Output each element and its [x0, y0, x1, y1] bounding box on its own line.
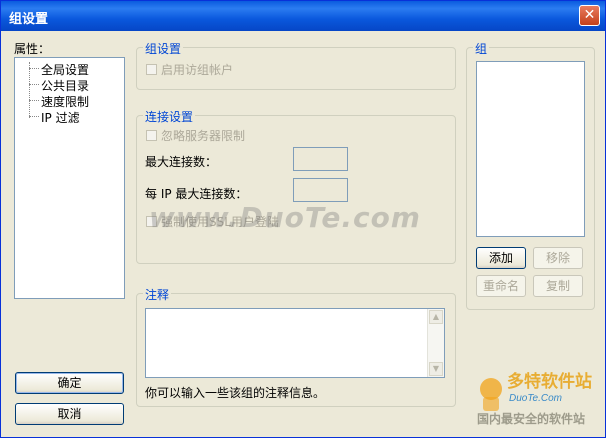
- close-icon: ✕: [583, 7, 596, 23]
- group-settings-box: 组设置 启用访组帐户: [136, 40, 456, 90]
- ignore-server-limit-label: 忽略服务器限制: [161, 129, 246, 143]
- remove-button[interactable]: 移除: [533, 247, 583, 269]
- properties-label: 属性：: [14, 42, 51, 56]
- notes-hint: 你可以输入一些该组的注释信息。: [145, 386, 326, 400]
- scroll-down-icon[interactable]: ▼: [429, 362, 443, 376]
- max-connections-input[interactable]: [293, 147, 348, 171]
- groups-title: 组: [473, 40, 490, 57]
- logo-slogan: 国内最安全的软件站: [477, 411, 585, 426]
- ignore-server-limit-checkbox[interactable]: [146, 130, 157, 141]
- close-button[interactable]: ✕: [579, 5, 600, 26]
- site-logo: 多特软件站 DuoTe.Com 国内最安全的软件站: [477, 367, 603, 432]
- notes-scrollbar[interactable]: ▲ ▼: [427, 309, 444, 377]
- logo-name: 多特软件站: [507, 371, 592, 391]
- max-per-ip-input[interactable]: [293, 178, 348, 202]
- rename-button[interactable]: 重命名: [476, 275, 526, 297]
- window-title: 组设置: [9, 12, 49, 27]
- ok-button[interactable]: 确定: [15, 372, 124, 394]
- cancel-button[interactable]: 取消: [15, 403, 124, 425]
- tree-item-speed-limit[interactable]: 速度限制: [41, 93, 89, 110]
- logo-url: DuoTe.Com: [509, 393, 562, 404]
- scroll-up-icon[interactable]: ▲: [429, 310, 443, 324]
- notes-title: 注释: [143, 286, 172, 303]
- max-connections-label: 最大连接数：: [145, 155, 218, 169]
- groups-box: 组 添加 移除 重命名 复制: [466, 40, 595, 310]
- notes-textarea[interactable]: ▲ ▼: [145, 308, 445, 378]
- properties-tree[interactable]: 全局设置 公共目录 速度限制 IP 过滤: [14, 57, 125, 299]
- enable-group-account-checkbox[interactable]: [146, 64, 157, 75]
- watermark-text: www.DuoTe.com: [149, 201, 421, 234]
- group-settings-dialog: 组设置 ✕ 属性： 全局设置 公共目录 速度限制 IP 过滤 组设置 启用访组帐…: [0, 0, 606, 438]
- title-bar[interactable]: 组设置 ✕: [1, 1, 605, 31]
- tree-item-public-directory[interactable]: 公共目录: [41, 77, 89, 94]
- enable-group-account-label: 启用访组帐户: [161, 63, 234, 77]
- tree-item-ip-filter[interactable]: IP 过滤: [41, 109, 80, 126]
- add-button[interactable]: 添加: [476, 247, 526, 269]
- tree-item-global-settings[interactable]: 全局设置: [41, 61, 89, 78]
- groups-list[interactable]: [476, 61, 585, 237]
- connection-settings-box: 连接设置 忽略服务器限制 最大连接数： 每 IP 最大连接数： 强制使用SSL用…: [136, 108, 456, 264]
- connection-settings-title: 连接设置: [143, 108, 196, 125]
- group-settings-title: 组设置: [143, 40, 184, 57]
- notes-box: 注释 ▲ ▼ 你可以输入一些该组的注释信息。: [136, 286, 456, 407]
- max-per-ip-label: 每 IP 最大连接数：: [145, 187, 248, 201]
- copy-button[interactable]: 复制: [533, 275, 583, 297]
